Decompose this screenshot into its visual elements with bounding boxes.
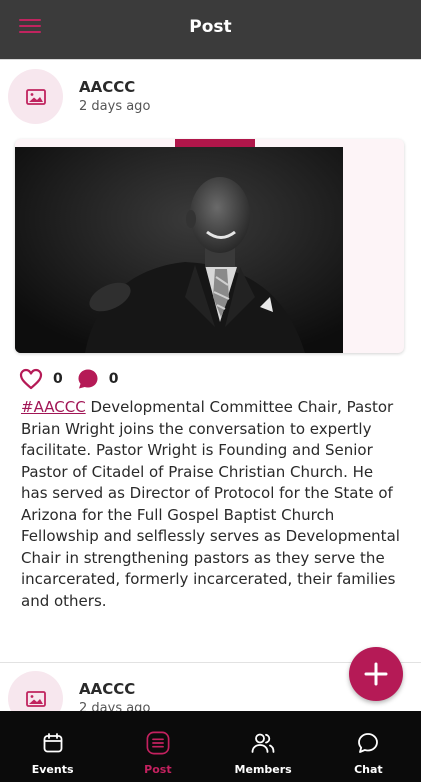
image-placeholder-icon [25,88,46,105]
post-card: AACCC 2 days ago [0,61,421,661]
chat-icon [358,733,379,753]
post-caption: #AACCC Developmental Committee Chair, Pa… [21,397,401,612]
nav-events[interactable]: Events [0,711,105,782]
post-photo[interactable] [15,147,343,353]
post-author[interactable]: AACCC [79,680,135,698]
nav-label: Chat [354,763,383,776]
post-media-card[interactable] [15,139,404,353]
users-icon [251,733,275,753]
list-icon [146,731,170,755]
nav-label: Post [144,763,172,776]
page-title: Post [189,17,232,37]
nav-post[interactable]: Post [105,711,210,782]
calendar-icon [43,733,63,753]
comment-icon[interactable] [77,368,99,390]
post-reactions: 0 0 [19,367,133,391]
hashtag-link[interactable]: #AACCC [21,398,86,416]
top-app-bar: Post [0,0,421,60]
add-post-button[interactable] [349,647,403,701]
heart-icon[interactable] [19,368,43,390]
nav-label: Members [234,763,292,776]
author-avatar[interactable] [8,69,63,124]
bottom-navigation: Events Post Members Chat [0,711,421,782]
nav-members[interactable]: Members [211,711,316,782]
post-body-text: Developmental Committee Chair, Pastor Br… [21,398,400,610]
portrait-photo [15,147,343,353]
post-timestamp: 2 days ago [79,99,151,114]
plus-icon [364,662,388,686]
nav-label: Events [31,763,74,776]
like-count: 0 [53,371,63,387]
nav-chat[interactable]: Chat [316,711,421,782]
image-placeholder-icon [25,690,46,707]
photo-backdrop-accent [175,139,255,147]
comment-count: 0 [108,371,119,387]
post-author[interactable]: AACCC [79,78,135,96]
